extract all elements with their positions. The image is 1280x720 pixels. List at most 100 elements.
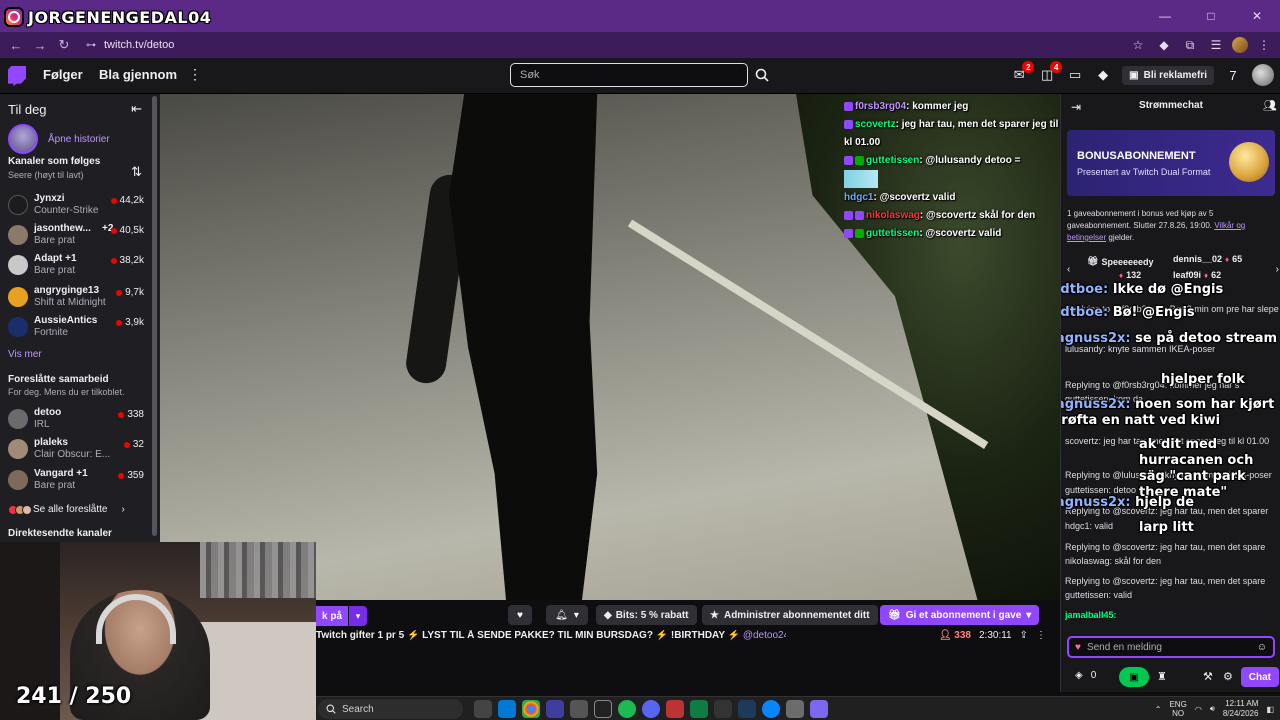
app-icon[interactable] xyxy=(786,700,804,718)
twitch-logo-icon[interactable] xyxy=(8,66,26,86)
app-icon[interactable] xyxy=(666,700,684,718)
see-all-suggested-link[interactable]: Se alle foreslåtte › xyxy=(8,504,125,515)
chat-send-button[interactable]: Chat xyxy=(1240,667,1279,687)
inbox-icon[interactable]: ✉ 2 xyxy=(1010,61,1035,86)
extension-icon[interactable]: ◆ xyxy=(1154,34,1174,56)
bits-discount-button[interactable]: ◆ Bits: 5 % rabatt xyxy=(596,605,697,625)
url-text: twitch.tv/detoo xyxy=(104,39,175,51)
video-player[interactable]: f0rsb3rg04: kommer jeg scovertz: jeg har… xyxy=(160,94,1060,600)
browser-menu-icon[interactable]: ⋮ xyxy=(1254,34,1274,56)
app-icon[interactable] xyxy=(546,700,564,718)
wifi-icon[interactable]: ◠ xyxy=(1195,705,1202,714)
clock[interactable]: 12:11 AM 8/24/2026 xyxy=(1223,699,1259,719)
close-button[interactable]: ✕ xyxy=(1234,0,1280,32)
suggested-channel[interactable]: detoo IRL 338 xyxy=(8,406,146,434)
chat-settings-icon[interactable]: ⚙ xyxy=(1223,670,1233,683)
streamer-overlay-name: JORGENENGEDAL04 xyxy=(4,6,211,28)
notifications-bell-button[interactable]: 🔔︎ ▾ xyxy=(546,605,588,625)
channel-points-claim-button[interactable]: ▣ xyxy=(1119,667,1149,687)
system-tray: ⌃ ENG NO ◠ 🔊︎ 12:11 AM 8/24/2026 ◧ xyxy=(1155,699,1274,719)
leaderboard-entry[interactable]: leaf09i ♦ 62 xyxy=(1173,270,1221,280)
forward-icon[interactable]: → xyxy=(28,33,52,57)
followed-channel[interactable]: jasonthew... +2 Bare prat 40,5k xyxy=(8,222,146,250)
bookmark-star-icon[interactable]: ☆ xyxy=(1128,34,1148,56)
terminal-icon[interactable] xyxy=(714,700,732,718)
bonus-sub-banner[interactable]: BONUSABONNEMENT Presentert av Twitch Dua… xyxy=(1067,130,1275,196)
share-icon[interactable]: ⇪ xyxy=(1020,630,1028,641)
suggested-channel[interactable]: plaleks Clair Obscur: E... 32 xyxy=(8,436,146,464)
site-info-icon[interactable]: ⊶ xyxy=(86,40,96,51)
app-icon[interactable] xyxy=(738,700,756,718)
extension-7tv-icon[interactable]: 7 xyxy=(1224,64,1242,86)
sidebar-scrollbar[interactable] xyxy=(152,96,157,536)
tab-search-icon[interactable]: ☰ xyxy=(1206,34,1226,56)
users-icon[interactable]: 👥︎ xyxy=(1263,99,1277,112)
maximize-button[interactable]: □ xyxy=(1188,0,1234,32)
reload-icon[interactable]: ↻ xyxy=(52,33,76,57)
profile-avatar[interactable] xyxy=(1232,37,1248,53)
gift-sub-button[interactable]: 🎁︎ Gi et abonnement i gave ▾ xyxy=(880,605,1040,625)
following-link[interactable]: Følger xyxy=(43,67,83,82)
channel-points[interactable]: ◈ 0 xyxy=(1075,670,1096,681)
ad-free-button[interactable]: ▣ Bli reklamefri xyxy=(1122,65,1214,85)
notifications-center-icon[interactable]: ◧ xyxy=(1266,705,1274,714)
volume-icon[interactable]: 🔊︎ xyxy=(1210,704,1215,714)
subscribe-button[interactable]: k på xyxy=(316,606,349,626)
followed-channel[interactable]: angryginge13 Shift at Midnight 9,7k xyxy=(8,284,146,312)
chevron-down-icon[interactable]: ▾ xyxy=(349,606,368,626)
notifications-icon[interactable]: ◫ 4 xyxy=(1038,61,1063,86)
channel-name: Jynxzi xyxy=(34,193,65,204)
collapse-sidebar-icon[interactable]: ⇤ xyxy=(131,101,142,117)
open-stories-label[interactable]: Åpne historier xyxy=(48,134,110,145)
stories-row[interactable]: Åpne historier xyxy=(8,124,110,154)
language-indicator[interactable]: ENG NO xyxy=(1169,700,1186,718)
stream-handle[interactable]: @detoo247 xyxy=(743,630,786,641)
followed-channel[interactable]: Jynxzi Counter-Strike 44,2k xyxy=(8,192,146,220)
chevron-down-icon: ▾ xyxy=(1026,609,1032,621)
search-button[interactable] xyxy=(751,63,773,87)
stories-avatar[interactable] xyxy=(8,124,38,154)
more-options-icon[interactable]: ⋮ xyxy=(1036,630,1046,641)
chrome-icon[interactable] xyxy=(522,700,540,718)
browse-link[interactable]: Bla gjennom xyxy=(99,67,177,82)
more-menu-icon[interactable]: ⋮ xyxy=(188,66,202,83)
manage-subscription-button[interactable]: ★ Administrer abonnementet ditt xyxy=(702,605,878,625)
task-view-icon[interactable] xyxy=(474,700,492,718)
follow-heart-button[interactable]: ♥ xyxy=(508,605,532,625)
url-field[interactable]: ⊶ twitch.tv/detoo xyxy=(86,35,1146,55)
user-avatar[interactable] xyxy=(1252,64,1274,86)
overlay-chat-line: Midtboe: Bø! @Engis xyxy=(1060,305,1195,320)
leaderboard-entry[interactable]: dennis__02 ♦ 65 xyxy=(1173,254,1242,264)
obs-icon[interactable] xyxy=(570,700,588,718)
minimize-button[interactable]: — xyxy=(1142,0,1188,32)
mod-tools-icon[interactable]: ⚒ xyxy=(1203,670,1213,683)
followed-channel[interactable]: AussieAntics Fortnite 3,9k xyxy=(8,314,146,342)
back-icon[interactable]: ← xyxy=(4,33,28,57)
whispers-icon[interactable]: ▭ xyxy=(1066,64,1084,86)
overlay-chat-line: Magnuss2x: hjelp de xyxy=(1061,495,1195,510)
emote-picker-icon[interactable]: ☺ xyxy=(1257,642,1267,653)
chevron-left-icon[interactable]: ‹ xyxy=(1067,264,1070,275)
leaderboard-entry[interactable]: 🎁︎ Speeeeeedy xyxy=(1087,256,1153,267)
hype-icon[interactable]: ♜ xyxy=(1157,670,1167,683)
app-icon[interactable] xyxy=(762,700,780,718)
suggested-channel[interactable]: Vangard +1 Bare prat 359 xyxy=(8,467,146,495)
excel-icon[interactable] xyxy=(690,700,708,718)
discord-icon[interactable] xyxy=(642,700,660,718)
followed-channel[interactable]: Adapt +1 Bare prat 38,2k xyxy=(8,252,146,280)
chat-input[interactable]: ♥ Send en melding ☺ xyxy=(1067,636,1275,658)
heart-icon[interactable]: ♥ xyxy=(1075,642,1081,653)
chevron-right-icon[interactable]: › xyxy=(1276,264,1279,275)
chevron-up-icon[interactable]: ⌃ xyxy=(1155,705,1162,714)
app-icon[interactable] xyxy=(810,700,828,718)
store-icon[interactable] xyxy=(498,700,516,718)
search-input[interactable]: Søk xyxy=(510,63,748,87)
extensions-puzzle-icon[interactable]: ⧉ xyxy=(1180,34,1200,56)
show-more-link[interactable]: Vis mer xyxy=(8,349,42,360)
spotify-icon[interactable] xyxy=(618,700,636,718)
taskbar-search[interactable]: Search xyxy=(318,699,463,719)
sort-icon[interactable]: ⇅ xyxy=(131,164,142,180)
bits-icon[interactable]: ◆ xyxy=(1094,64,1112,86)
collab-section-sub: For deg. Mens du er tilkoblet. xyxy=(8,387,125,397)
capcut-icon[interactable] xyxy=(594,700,612,718)
